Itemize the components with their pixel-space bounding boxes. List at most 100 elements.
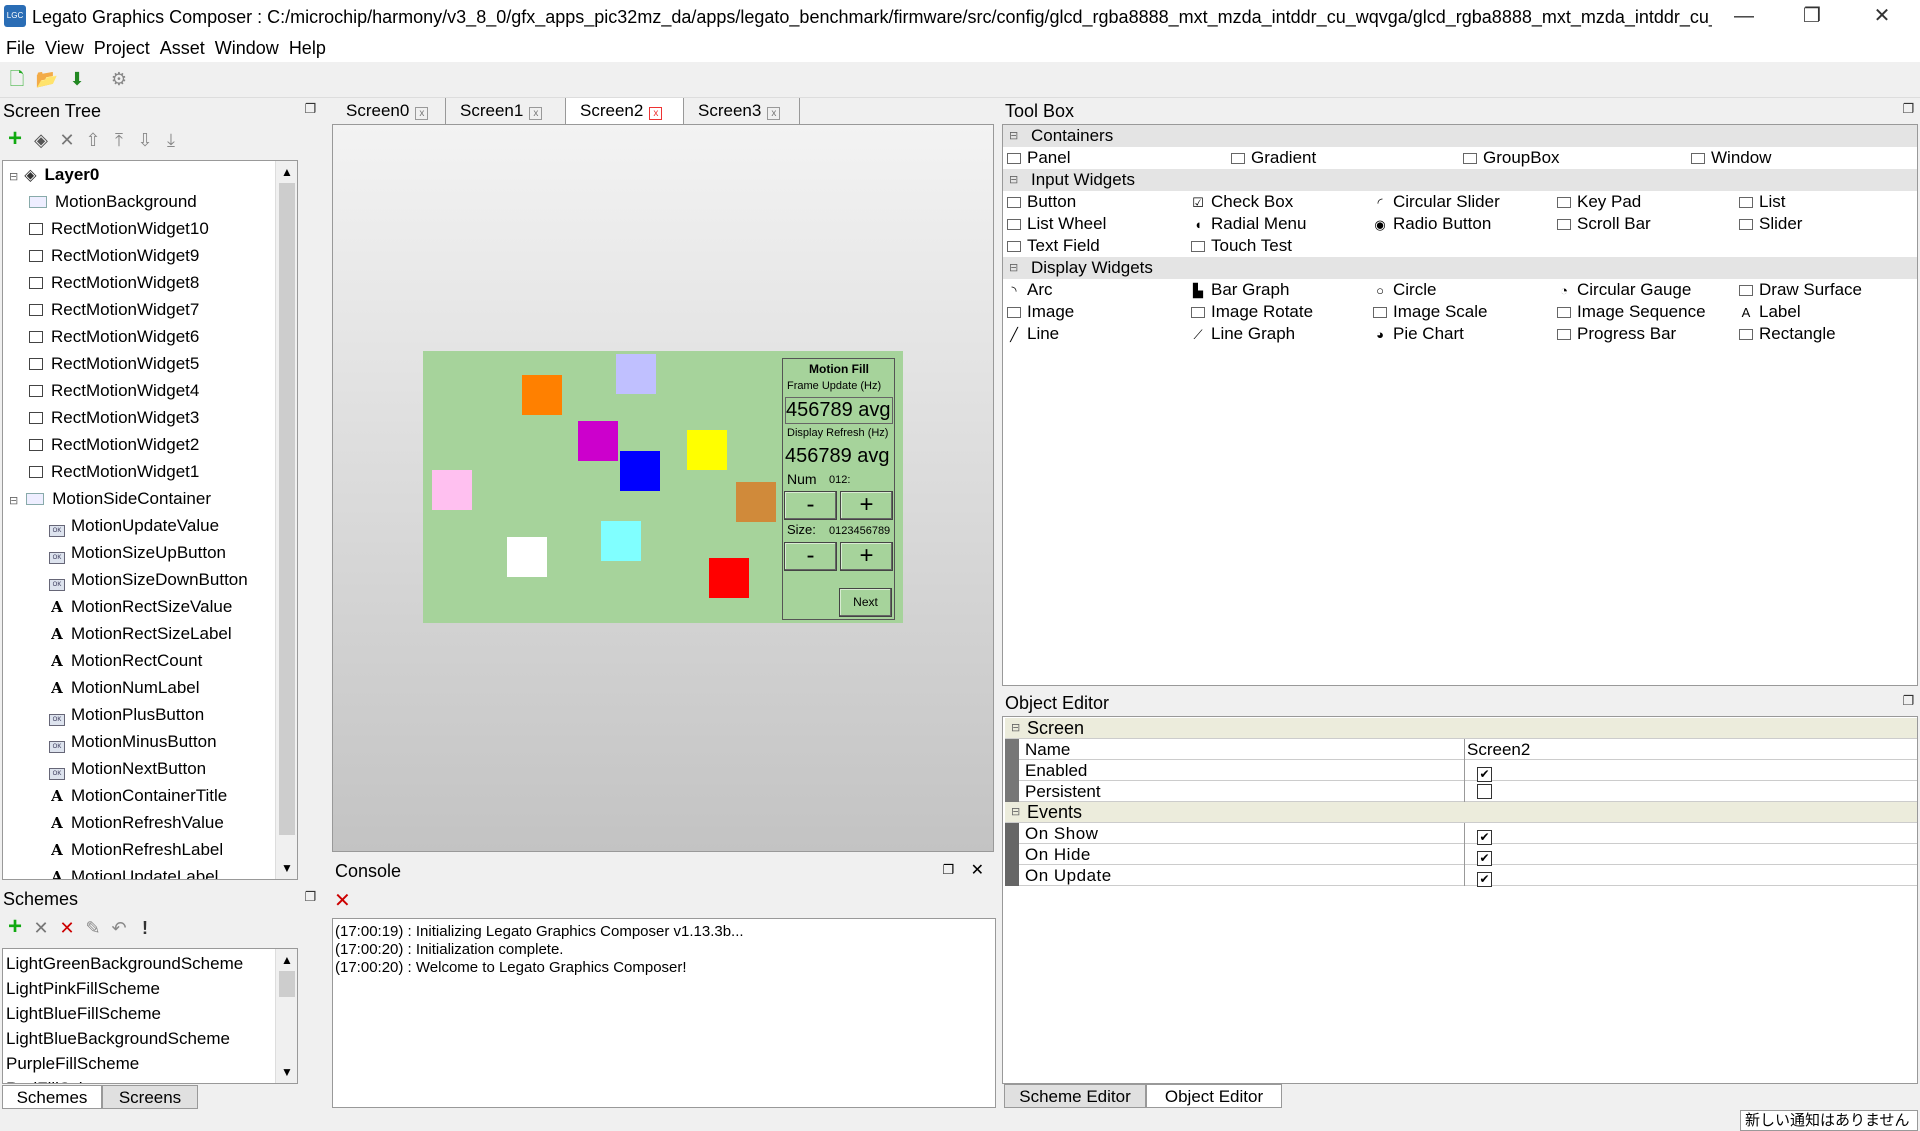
- property-value-text[interactable]: Screen2: [1467, 740, 1530, 759]
- delete-widget-icon[interactable]: ✕: [54, 127, 80, 153]
- move-down-icon[interactable]: ⇩: [132, 127, 158, 153]
- rect-motion-widget[interactable]: [522, 375, 562, 415]
- tree-item[interactable]: A MotionRectSizeValue: [3, 593, 275, 620]
- rect-motion-widget[interactable]: [709, 558, 749, 598]
- tree-item[interactable]: OK MotionPlusButton: [3, 701, 275, 728]
- property-checkbox[interactable]: ✔: [1477, 851, 1492, 866]
- motion-side-container[interactable]: Motion Fill Frame Update (Hz) 456789 avg…: [782, 358, 895, 620]
- toolbox-section-input-widgets[interactable]: ⊟ Input Widgets: [1003, 169, 1917, 191]
- rect-motion-widget[interactable]: [616, 354, 656, 394]
- toolbox-item-image-scale[interactable]: Image Scale: [1373, 301, 1488, 323]
- toolbox-item-circular-gauge[interactable]: ◔ Circular Gauge: [1557, 279, 1691, 302]
- tab-screen2[interactable]: Screen2 x: [566, 98, 684, 124]
- tree-item[interactable]: OK MotionMinusButton: [3, 728, 275, 755]
- tree-item[interactable]: A MotionRefreshValue: [3, 809, 275, 836]
- rect-motion-widget[interactable]: [736, 482, 776, 522]
- clear-console-icon[interactable]: ✕: [334, 888, 364, 914]
- property-value[interactable]: ✔: [1467, 823, 1492, 845]
- menu-file[interactable]: File: [0, 34, 40, 62]
- tree-item[interactable]: A MotionRefreshLabel: [3, 836, 275, 863]
- tree-item[interactable]: A MotionContainerTitle: [3, 782, 275, 809]
- undo-icon[interactable]: ↶: [106, 915, 132, 941]
- tab-screens[interactable]: Screens: [102, 1085, 198, 1109]
- toolbox-item-text-field[interactable]: Text Field: [1007, 235, 1100, 257]
- rect-motion-widget[interactable]: [578, 421, 618, 461]
- dock-float-icon[interactable]: ❐: [304, 889, 316, 905]
- toolbox-item-window[interactable]: Window: [1691, 147, 1771, 169]
- rect-motion-widget[interactable]: [601, 521, 641, 561]
- property-value[interactable]: ✔: [1467, 844, 1492, 866]
- settings-gear-icon[interactable]: ⚙: [106, 66, 132, 92]
- tree-item[interactable]: RectMotionWidget7: [3, 296, 275, 323]
- toolbox-item-bar-graph[interactable]: ▙ Bar Graph: [1191, 279, 1289, 302]
- tree-item[interactable]: OK MotionNextButton: [3, 755, 275, 782]
- property-checkbox[interactable]: ✔: [1477, 830, 1492, 845]
- tab-schemes[interactable]: Schemes: [2, 1085, 102, 1109]
- toolbox-item-gradient[interactable]: Gradient: [1231, 147, 1316, 169]
- tree-item[interactable]: A MotionRectCount: [3, 647, 275, 674]
- edit-scheme-icon[interactable]: ✎: [80, 915, 106, 941]
- toolbox-item-scroll-bar[interactable]: Scroll Bar: [1557, 213, 1651, 235]
- tree-item[interactable]: RectMotionWidget6: [3, 323, 275, 350]
- move-top-icon[interactable]: ⤒: [106, 127, 132, 153]
- rect-motion-widget[interactable]: [507, 537, 547, 577]
- property-value[interactable]: Screen2: [1467, 739, 1530, 760]
- scroll-up-arrow-icon[interactable]: ▲: [276, 161, 297, 183]
- notification-toast[interactable]: 新しい通知はありません: [1740, 1110, 1918, 1131]
- dock-float-icon[interactable]: ❐: [1902, 101, 1914, 117]
- property-value[interactable]: ✔: [1467, 865, 1492, 887]
- motion-size-up-button[interactable]: +: [840, 542, 893, 571]
- save-project-icon[interactable]: ⬇: [64, 66, 90, 92]
- property-value[interactable]: [1467, 781, 1492, 802]
- property-checkbox[interactable]: ✔: [1477, 767, 1492, 782]
- tab-object-editor[interactable]: Object Editor: [1146, 1084, 1282, 1108]
- move-bottom-icon[interactable]: ⤓: [158, 127, 184, 153]
- tree-item[interactable]: RectMotionWidget8: [3, 269, 275, 296]
- scheme-item[interactable]: RedFillScheme: [6, 1076, 276, 1083]
- add-scheme-icon[interactable]: +: [2, 914, 28, 940]
- schemes-scrollbar[interactable]: ▲ ▼: [275, 949, 297, 1083]
- tree-item[interactable]: RectMotionWidget5: [3, 350, 275, 377]
- toolbox-item-circle[interactable]: ○ Circle: [1373, 279, 1436, 302]
- delete-scheme-icon[interactable]: ✕: [54, 915, 80, 941]
- close-tab-icon[interactable]: x: [529, 107, 543, 120]
- close-tab-icon[interactable]: x: [767, 107, 781, 120]
- dock-float-icon[interactable]: ❐: [1902, 693, 1914, 709]
- object-editor-section-screen[interactable]: ⊟ Screen: [1005, 718, 1917, 739]
- toolbox-item-image-rotate[interactable]: Image Rotate: [1191, 301, 1313, 323]
- collapse-toggle-icon[interactable]: ⊟: [1009, 125, 1018, 147]
- dock-float-icon[interactable]: ❐: [304, 101, 316, 117]
- toolbox-item-list-wheel[interactable]: List Wheel: [1007, 213, 1106, 235]
- scroll-down-arrow-icon[interactable]: ▼: [276, 857, 297, 879]
- tree-item[interactable]: MotionBackground: [3, 188, 275, 215]
- tree-item[interactable]: RectMotionWidget3: [3, 404, 275, 431]
- move-up-icon[interactable]: ⇧: [80, 127, 106, 153]
- dock-float-icon[interactable]: ❐: [942, 862, 954, 878]
- rect-motion-widget[interactable]: [687, 430, 727, 470]
- motion-size-down-button[interactable]: -: [784, 542, 837, 571]
- motion-minus-button[interactable]: -: [784, 491, 837, 520]
- toolbox-item-panel[interactable]: Panel: [1007, 147, 1070, 169]
- property-checkbox[interactable]: [1477, 784, 1492, 799]
- close-button[interactable]: ✕: [1852, 0, 1912, 34]
- tree-item[interactable]: OK MotionSizeDownButton: [3, 566, 275, 593]
- toolbox-item-arc[interactable]: ◝ Arc: [1007, 279, 1052, 302]
- scroll-down-arrow-icon[interactable]: ▼: [276, 1061, 297, 1083]
- tree-item[interactable]: A MotionUpdateLabel: [3, 863, 275, 879]
- menu-asset[interactable]: Asset: [155, 34, 210, 62]
- remove-scheme-icon[interactable]: ✕: [28, 915, 54, 941]
- tree-scroll-thumb[interactable]: [279, 183, 295, 835]
- collapse-toggle-icon[interactable]: ⊟: [9, 495, 18, 507]
- tree-item[interactable]: RectMotionWidget4: [3, 377, 275, 404]
- rect-motion-widget[interactable]: [620, 451, 660, 491]
- add-layer-icon[interactable]: ◈: [28, 127, 54, 153]
- tree-item[interactable]: ⊟ ◈ Layer0: [3, 161, 275, 188]
- object-editor-section-events[interactable]: ⊟ Events: [1005, 802, 1917, 823]
- motion-next-button[interactable]: Next: [839, 588, 892, 617]
- motion-update-value[interactable]: 456789 avg: [785, 397, 893, 424]
- scheme-item[interactable]: LightPinkFillScheme: [6, 976, 276, 1001]
- open-project-icon[interactable]: 📂: [34, 66, 60, 92]
- toolbox-item-image[interactable]: Image: [1007, 301, 1074, 323]
- toolbox-item-button[interactable]: Button: [1007, 191, 1076, 213]
- tab-scheme-editor[interactable]: Scheme Editor: [1004, 1084, 1146, 1108]
